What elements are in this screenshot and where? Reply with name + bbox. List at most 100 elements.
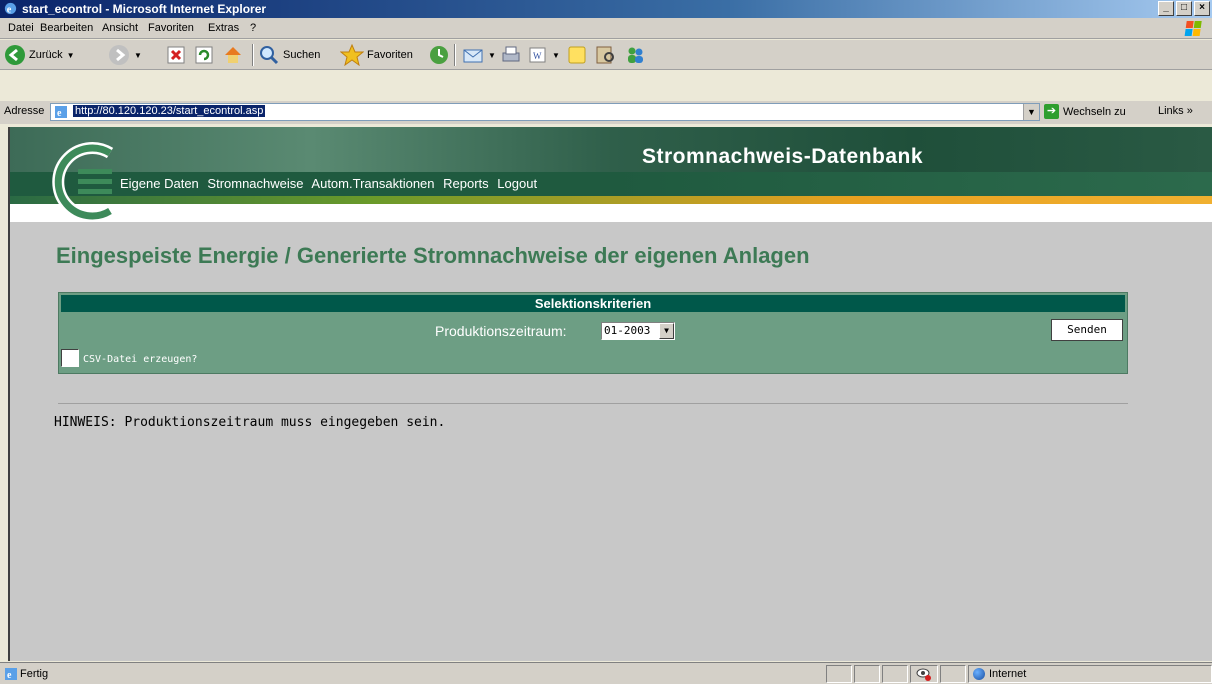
toolbar-separator (252, 44, 254, 66)
main-nav: Eigene Daten Stromnachweise Autom.Transa… (120, 176, 542, 191)
page-icon: e (55, 106, 67, 119)
search-icon (260, 46, 279, 65)
menu-help[interactable]: ? (250, 22, 256, 34)
address-dropdown-icon[interactable]: ▼ (1023, 104, 1039, 120)
svg-text:W: W (533, 51, 542, 61)
svg-text:e: e (57, 108, 62, 119)
standard-toolbar: Zurück ▼ ▼ Suchen Favoriten ▼ W ▼ (0, 40, 1212, 70)
window-titlebar: e start_econtrol - Microsoft Internet Ex… (0, 0, 1212, 18)
print-button[interactable] (500, 43, 522, 67)
econtrol-logo-icon (52, 142, 114, 222)
page-title: Eingespeiste Energie / Generierte Stromn… (56, 243, 810, 268)
forward-button[interactable]: ▼ (108, 43, 142, 67)
nav-reports[interactable]: Reports (443, 176, 489, 191)
go-arrow-icon: ➔ (1044, 104, 1059, 119)
back-label: Zurück (29, 49, 63, 61)
discuss-button[interactable] (566, 43, 588, 67)
edit-dropdown-icon[interactable]: ▼ (552, 51, 560, 60)
nav-stromnachweise[interactable]: Stromnachweise (207, 176, 303, 191)
back-arrow-icon (5, 45, 25, 65)
menu-bar: Datei Bearbeiten Ansicht Favoriten Extra… (0, 18, 1212, 39)
address-label: Adresse (4, 105, 45, 117)
site-title: Stromnachweis-Datenbank (642, 145, 924, 168)
back-button[interactable]: Zurück ▼ (4, 43, 75, 67)
refresh-button[interactable] (194, 43, 214, 67)
messenger-icon (628, 47, 643, 63)
banner-accent-line (10, 196, 1212, 204)
address-input[interactable]: e http://80.120.120.23/start_econtrol.as… (50, 103, 1040, 121)
status-cell (940, 665, 966, 683)
page-content: Stromnachweis-Datenbank Eigene Daten Str… (8, 127, 1212, 661)
star-icon (340, 44, 364, 66)
stop-button[interactable] (166, 43, 186, 67)
history-button[interactable] (428, 43, 450, 67)
privacy-eye-icon (916, 668, 931, 681)
address-bar: Adresse e http://80.120.120.23/start_eco… (0, 101, 1212, 124)
security-zone[interactable]: Internet (968, 665, 1212, 683)
research-button[interactable] (594, 43, 616, 67)
address-url: http://80.120.120.23/start_econtrol.asp (73, 105, 266, 117)
hint-message: HINWEIS: Produktionszeitraum muss eingeg… (54, 415, 446, 430)
menu-ansicht[interactable]: Ansicht (102, 22, 138, 34)
mail-dropdown-icon[interactable]: ▼ (488, 51, 496, 60)
chevron-down-icon[interactable]: ▼ (659, 323, 674, 339)
refresh-icon (195, 46, 213, 64)
forward-arrow-icon (109, 45, 129, 65)
menu-favoriten[interactable]: Favoriten (148, 22, 194, 34)
back-dropdown-icon[interactable]: ▼ (67, 51, 75, 60)
go-button[interactable]: ➔ Wechseln zu (1044, 104, 1126, 119)
selection-panel: Selektionskriterien Produktionszeitraum:… (58, 292, 1128, 374)
favorites-label: Favoriten (367, 49, 413, 61)
submit-button[interactable]: Senden (1051, 319, 1123, 341)
window-title: start_econtrol - Microsoft Internet Expl… (22, 2, 267, 16)
nav-logout[interactable]: Logout (497, 176, 537, 191)
period-select[interactable]: 01-2003 ▼ (601, 322, 675, 340)
nav-autom-transaktionen[interactable]: Autom.Transaktionen (311, 176, 434, 191)
divider (58, 403, 1128, 404)
windows-logo-icon (1184, 21, 1202, 36)
search-button[interactable]: Suchen (258, 43, 320, 67)
toolbar-separator (454, 44, 456, 66)
history-icon (430, 46, 448, 64)
go-label: Wechseln zu (1063, 105, 1126, 118)
selection-header: Selektionskriterien (61, 295, 1125, 312)
menu-extras[interactable]: Extras (208, 22, 239, 34)
links-toolbar[interactable]: Links » (1158, 105, 1193, 117)
menu-datei[interactable]: Datei (8, 22, 34, 34)
favorites-button[interactable]: Favoriten (340, 43, 413, 67)
status-text: Fertig (20, 668, 49, 680)
home-button[interactable] (222, 43, 244, 67)
nav-eigene-daten[interactable]: Eigene Daten (120, 176, 199, 191)
stop-icon (167, 46, 185, 64)
globe-icon (973, 668, 985, 680)
period-value: 01-2003 (604, 324, 651, 337)
page-status-icon: e (5, 668, 17, 681)
messenger-button[interactable] (624, 43, 646, 67)
svg-text:e: e (7, 670, 12, 681)
status-bar: e Fertig Internet (0, 662, 1212, 684)
privacy-status-cell[interactable] (910, 665, 938, 683)
menu-bearbeiten[interactable]: Bearbeiten (40, 22, 93, 34)
word-edit-icon: W (529, 47, 546, 63)
printer-icon (502, 46, 520, 62)
ie-logo-icon: e (4, 2, 17, 15)
search-label: Suchen (283, 49, 321, 61)
csv-label: CSV-Datei erzeugen? (83, 354, 198, 365)
svg-text:e: e (7, 4, 12, 15)
status-cell (826, 665, 852, 683)
status-cell (882, 665, 908, 683)
mail-button[interactable]: ▼ (462, 43, 496, 67)
status-cell (854, 665, 880, 683)
links-label: Links (1158, 105, 1184, 117)
forward-dropdown-icon[interactable]: ▼ (134, 51, 142, 60)
home-icon (225, 47, 241, 63)
research-icon (596, 46, 614, 64)
close-button[interactable]: × (1194, 1, 1210, 16)
period-label: Produktionszeitraum: (435, 323, 567, 339)
minimize-button[interactable]: _ (1158, 1, 1174, 16)
zone-label: Internet (989, 668, 1027, 680)
maximize-button[interactable]: □ (1176, 1, 1192, 16)
mail-icon (463, 49, 483, 63)
csv-checkbox[interactable] (61, 349, 79, 367)
edit-button[interactable]: W ▼ (528, 43, 560, 67)
